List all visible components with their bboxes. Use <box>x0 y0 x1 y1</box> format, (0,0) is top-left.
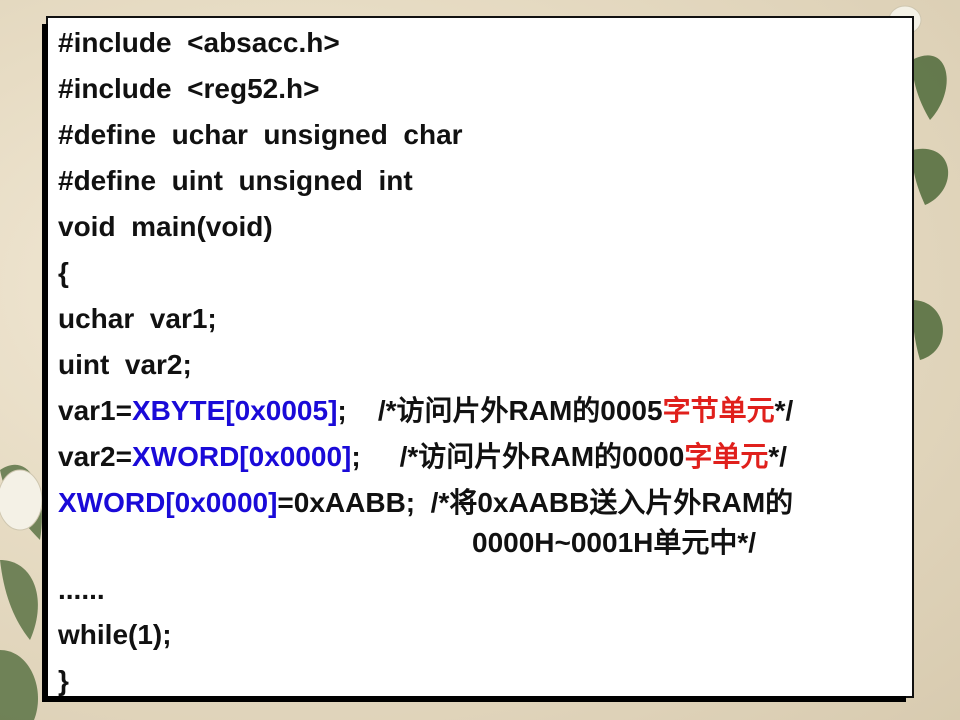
code-line: ...... <box>58 573 105 607</box>
code-segment: */ <box>774 395 794 426</box>
code-segment: ; /*访问片外RAM的0005 <box>337 395 663 426</box>
code-segment: XWORD[0x0000] <box>131 441 352 472</box>
code-line: #define uchar unsigned char <box>58 118 463 152</box>
code-line: uint var2; <box>58 348 192 382</box>
code-segment: uchar var1; <box>58 303 217 334</box>
code-segment: var2= <box>58 441 132 472</box>
code-segment: uint var2; <box>58 349 192 380</box>
code-segment: ...... <box>58 574 105 605</box>
code-segment: #include <absacc.h> <box>58 27 340 58</box>
code-segment: #define uint unsigned int <box>58 165 413 196</box>
code-segment: while(1); <box>58 619 172 650</box>
code-segment: */ <box>768 441 788 472</box>
code-segment: XWORD[0x0000] <box>58 487 278 518</box>
code-line: uchar var1; <box>58 302 217 336</box>
code-segment: XBYTE[0x0005] <box>131 395 338 426</box>
code-slide: #include <absacc.h> #include <reg52.h> #de… <box>48 18 912 696</box>
code-segment: 字单元 <box>684 441 769 472</box>
code-line: XWORD[0x0000]=0xAABB; /*将0xAABB送入片外RAM的 <box>58 486 793 520</box>
code-line: { <box>58 256 69 290</box>
code-segment: } <box>58 665 69 696</box>
code-segment: #define uchar unsigned char <box>58 119 463 150</box>
code-segment: 0000H~0001H单元中*/ <box>472 527 757 558</box>
code-line: 0000H~0001H单元中*/ <box>472 526 756 560</box>
leaf-decoration-right <box>912 55 949 360</box>
code-line: #define uint unsigned int <box>58 164 413 198</box>
code-segment: 字节单元 <box>662 395 775 426</box>
code-line: #include <absacc.h> <box>58 26 340 60</box>
code-segment: { <box>58 257 69 288</box>
code-line: } <box>58 664 69 698</box>
code-segment: ; /*访问片外RAM的0000 <box>351 441 685 472</box>
code-segment: var1= <box>58 395 132 426</box>
code-line: while(1); <box>58 618 172 652</box>
code-segment: #include <reg52.h> <box>58 73 320 104</box>
code-line: var2=XWORD[0x0000]; /*访问片外RAM的0000字单元*/ <box>58 440 787 474</box>
code-segment: =0xAABB; /*将0xAABB送入片外RAM的 <box>277 487 794 518</box>
code-segment: void main(void) <box>58 211 273 242</box>
code-line: var1=XBYTE[0x0005]; /*访问片外RAM的0005字节单元*/ <box>58 394 793 428</box>
code-line: void main(void) <box>58 210 273 244</box>
code-line: #include <reg52.h> <box>58 72 319 106</box>
